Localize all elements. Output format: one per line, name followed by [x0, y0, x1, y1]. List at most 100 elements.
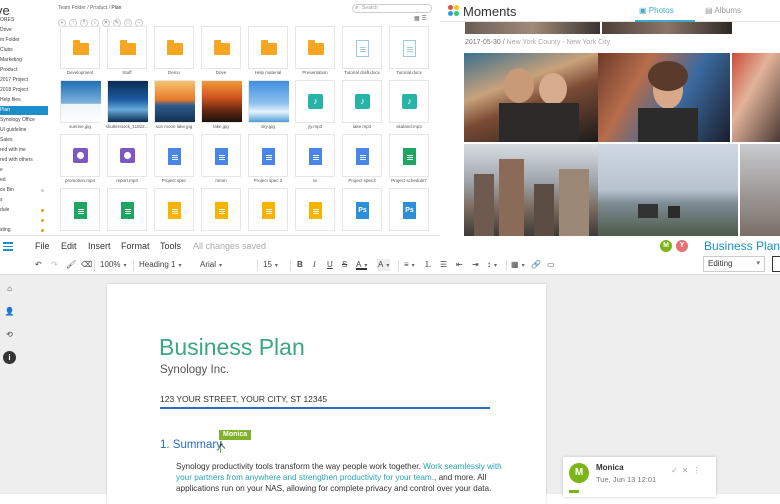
sidebar-item[interactable]: Synology Office: [0, 116, 48, 125]
hamburger-menu-icon[interactable]: [3, 242, 13, 251]
file-tile[interactable]: lake.jpg: [199, 80, 243, 136]
file-tile[interactable]: Project spec 2: [246, 134, 290, 190]
menu-tools[interactable]: Tools: [160, 241, 181, 251]
font-size-select[interactable]: 15: [263, 259, 278, 271]
file-tile[interactable]: mmm: [199, 134, 243, 190]
sidebar-item[interactable]: [0, 216, 48, 225]
photo-thumbnail[interactable]: [598, 144, 738, 236]
document-page[interactable]: Business Plan Synology Inc. 123 YOUR STR…: [107, 284, 546, 504]
info-icon[interactable]: i: [3, 351, 16, 364]
menu-format[interactable]: Format: [121, 241, 150, 251]
breadcrumb-item[interactable]: Product: [90, 5, 107, 11]
clear-format-icon[interactable]: ⌫: [81, 259, 92, 271]
bullet-list-icon[interactable]: ☰: [440, 259, 447, 271]
file-tile[interactable]: ♪ yy.mp3: [293, 80, 337, 136]
highlight-color-icon[interactable]: A: [377, 259, 391, 271]
document-heading[interactable]: Business Plan: [159, 334, 305, 361]
add-user-icon[interactable]: 👤: [3, 305, 16, 318]
redo-icon[interactable]: ↷: [51, 259, 58, 271]
sidebar-item[interactable]: red with me: [0, 146, 48, 155]
font-family-select[interactable]: Arial: [200, 259, 255, 271]
mode-select[interactable]: Editing: [703, 256, 765, 272]
sidebar-item[interactable]: dule: [0, 206, 48, 215]
photo-thumbnail[interactable]: [465, 22, 600, 34]
decrease-indent-icon[interactable]: ⇤: [456, 259, 463, 271]
file-tile[interactable]: Project spec: [152, 134, 196, 190]
document-company[interactable]: Synology Inc.: [160, 364, 229, 376]
sidebar-item[interactable]: Sales: [0, 136, 48, 145]
file-tile[interactable]: Tutorial draft.docx: [340, 26, 384, 82]
photo-thumbnail[interactable]: [464, 144, 598, 236]
sidebar-toggle[interactable]: [772, 256, 780, 272]
sidebar-item[interactable]: m Folder: [0, 36, 48, 45]
search-input[interactable]: ⌕ Search: [352, 4, 432, 13]
file-tile[interactable]: [58, 188, 102, 235]
comment-card[interactable]: M Monica Tue, Jun 13 12:01 ✓✕⋮: [563, 457, 716, 497]
sidebar-item[interactable]: 2018 Project: [0, 86, 48, 95]
line-spacing-icon[interactable]: ↕: [487, 259, 497, 271]
file-tile[interactable]: Project schedule7: [387, 134, 431, 190]
sidebar-item[interactable]: sting: [0, 226, 48, 235]
breadcrumb-current[interactable]: Plan: [111, 5, 121, 11]
file-tile[interactable]: Demo: [152, 26, 196, 82]
insert-link-icon[interactable]: 🔗: [531, 259, 541, 271]
file-tile[interactable]: shutterstock_11822...: [105, 80, 149, 136]
numbered-list-icon[interactable]: ⒈: [424, 259, 432, 271]
file-tile[interactable]: Stuff: [105, 26, 149, 82]
tab-albums[interactable]: ▤ Albums: [705, 6, 741, 15]
sidebar-item[interactable]: red with others: [0, 156, 48, 165]
sidebar-item[interactable]: ed: [0, 176, 48, 185]
sidebar-item[interactable]: s: [0, 196, 48, 205]
file-tile[interactable]: sunrise.jpg: [58, 80, 102, 136]
photo-thumbnail[interactable]: [732, 53, 780, 142]
file-tile[interactable]: Help material: [246, 26, 290, 82]
view-toggle[interactable]: ▦ ☰: [414, 15, 427, 22]
photo-thumbnail[interactable]: [464, 53, 598, 142]
undo-icon[interactable]: ↶: [35, 259, 42, 271]
paint-format-icon[interactable]: 🖌: [66, 259, 76, 271]
section-heading[interactable]: 1. Summary: [160, 439, 222, 451]
italic-icon[interactable]: I: [313, 259, 316, 271]
sidebar-item[interactable]: ORES: [0, 16, 48, 25]
file-tile[interactable]: [293, 188, 337, 235]
tag-icon[interactable]: ⌂: [3, 282, 16, 295]
file-tile[interactable]: ♪ skaland.mp3: [387, 80, 431, 136]
increase-indent-icon[interactable]: ⇥: [472, 259, 479, 271]
file-tile[interactable]: sky.jpg: [246, 80, 290, 136]
file-tile[interactable]: [105, 188, 149, 235]
document-address[interactable]: 123 YOUR STREET, YOUR CITY, ST 12345: [160, 394, 327, 404]
file-tile[interactable]: [199, 188, 243, 235]
sidebar-item[interactable]: UI guideline: [0, 126, 48, 135]
strikethrough-icon[interactable]: S: [342, 259, 347, 271]
file-tile[interactable]: Project spec3: [340, 134, 384, 190]
list-view-icon[interactable]: ☰: [421, 16, 426, 22]
summary-paragraph[interactable]: Synology productivity tools transform th…: [176, 461, 506, 494]
bold-icon[interactable]: B: [297, 259, 303, 271]
sidebar-item[interactable]: Product: [0, 66, 48, 75]
photo-thumbnail[interactable]: [598, 53, 730, 142]
file-tile[interactable]: Ps: [340, 188, 384, 235]
grid-view-icon[interactable]: ▦: [414, 16, 420, 22]
file-tile[interactable]: sun moon lake.jpg: [152, 80, 196, 136]
sidebar-item[interactable]: Drive: [0, 26, 48, 35]
tab-photos[interactable]: ▣ Photos: [639, 6, 674, 15]
more-icon[interactable]: ⋮: [692, 466, 704, 475]
sidebar-item[interactable]: e: [0, 166, 48, 175]
photo-thumbnail[interactable]: [740, 144, 780, 236]
file-tile[interactable]: promotion.mp4: [58, 134, 102, 190]
file-tile[interactable]: Drive: [199, 26, 243, 82]
collaborator-avatar[interactable]: Y: [676, 240, 688, 252]
collaborator-avatar[interactable]: M: [660, 240, 672, 252]
file-tile[interactable]: [152, 188, 196, 235]
photo-thumbnail[interactable]: [602, 22, 732, 34]
file-tile[interactable]: report.mp4: [105, 134, 149, 190]
file-tile[interactable]: sx: [293, 134, 337, 190]
align-icon[interactable]: ≡: [404, 259, 415, 271]
resolve-icon[interactable]: ✓: [671, 466, 682, 475]
menu-file[interactable]: File: [35, 241, 50, 251]
file-tile[interactable]: Ps: [387, 188, 431, 235]
paragraph-style-select[interactable]: Heading 1: [139, 259, 182, 271]
breadcrumb-item[interactable]: Team Folder: [58, 5, 86, 11]
menu-edit[interactable]: Edit: [61, 241, 77, 251]
file-tile[interactable]: ♪ lake.mp3: [340, 80, 384, 136]
